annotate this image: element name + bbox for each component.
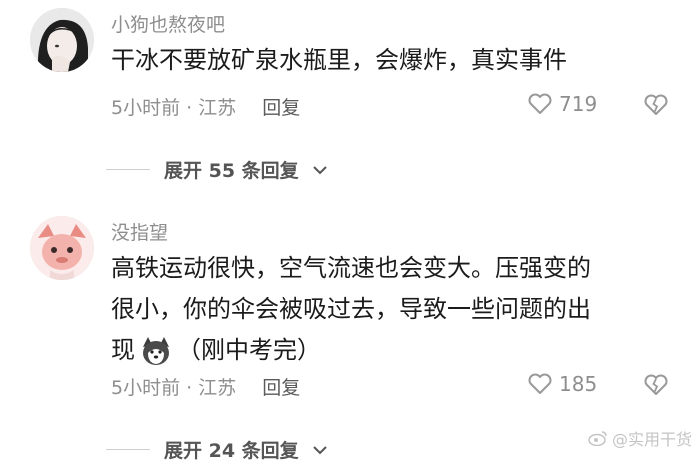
weibo-logo-icon: [588, 431, 607, 446]
divider-line: [106, 169, 150, 170]
chevron-down-icon: [312, 165, 327, 174]
like-count: 185: [559, 372, 598, 396]
chevron-down-icon: [312, 445, 327, 454]
heart-outline-icon: [528, 93, 552, 114]
comment-meta: 5小时前 · 江苏 回复: [111, 373, 300, 400]
heart-outline-icon: [528, 373, 552, 394]
time-location: 5小时前 · 江苏: [111, 97, 237, 119]
comment-text-line: 很小，你的伞会被吸过去，导致一些问题的出: [111, 295, 591, 323]
comment-text-segment: 现: [111, 336, 135, 364]
expand-label: 展开 55 条回复: [164, 160, 299, 182]
broken-heart-icon: [644, 374, 668, 395]
expand-label: 展开 24 条回复: [164, 440, 299, 462]
username[interactable]: 小狗也熬夜吧: [111, 10, 225, 37]
like-button[interactable]: 185: [527, 372, 597, 396]
watermark-text: @实用干货: [611, 430, 692, 449]
comment-text: 干冰不要放矿泉水瓶里，会爆炸，真实事件: [111, 46, 567, 74]
husky-dog-emoji: [143, 337, 169, 365]
like-count: 719: [559, 92, 598, 116]
comment-meta: 5小时前 · 江苏 回复: [111, 93, 300, 120]
comment-text-line: 高铁运动很快，空气流速也会变大。压强变的: [111, 254, 591, 282]
comment-text-segment: （刚中考完）: [177, 336, 321, 364]
avatar[interactable]: [30, 216, 94, 280]
avatar[interactable]: [30, 8, 94, 72]
expand-replies-button[interactable]: 展开 55 条回复: [106, 156, 327, 183]
watermark: @实用干货: [588, 426, 692, 450]
like-button[interactable]: 719: [527, 92, 597, 116]
reply-button[interactable]: 回复: [262, 97, 300, 119]
dislike-button[interactable]: [643, 93, 669, 121]
time-location: 5小时前 · 江苏: [111, 377, 237, 399]
divider-line: [106, 449, 150, 450]
reply-button[interactable]: 回复: [262, 377, 300, 399]
broken-heart-icon: [644, 94, 668, 115]
username[interactable]: 没指望: [111, 218, 168, 245]
dislike-button[interactable]: [643, 373, 669, 401]
expand-replies-button[interactable]: 展开 24 条回复: [106, 436, 327, 463]
comment-text: 高铁运动很快，空气流速也会变大。压强变的 很小，你的伞会被吸过去，导致一些问题的…: [111, 248, 671, 371]
comment-text-line: 现 （刚中考完）: [111, 330, 671, 371]
